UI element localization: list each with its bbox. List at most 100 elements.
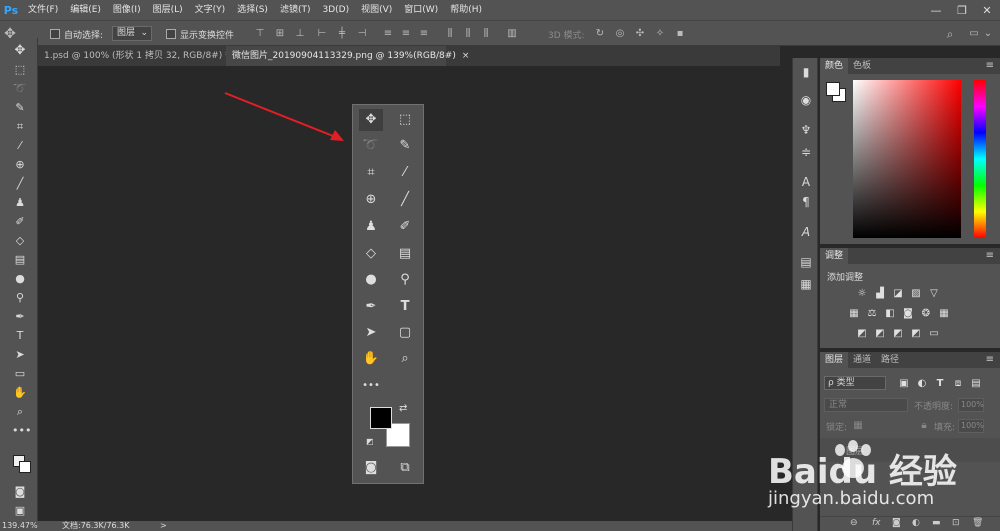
healing-brush-tool-icon[interactable]: ⊕ <box>12 157 28 173</box>
quick-select-tool-icon[interactable]: ✎ <box>12 100 28 116</box>
3d-scale-icon[interactable]: ▪ <box>674 28 686 40</box>
search-icon[interactable]: ⌕ <box>944 28 956 40</box>
pen-tool-icon[interactable]: ✒ <box>12 309 28 325</box>
delete-layer-icon[interactable]: 🗑︎ <box>972 518 983 528</box>
screen-mode-icon[interactable]: ▣ <box>12 503 28 519</box>
distribute-bottom-icon[interactable]: ≡ <box>418 28 430 40</box>
default-colors-icon[interactable]: ◩ <box>366 437 374 446</box>
align-left-icon[interactable]: ⊢ <box>316 28 328 40</box>
quick-mask-icon[interactable]: ◙ <box>12 484 28 500</box>
new-group-icon[interactable]: ▬ <box>932 518 941 528</box>
menu-view[interactable]: 视图(V) <box>355 0 398 20</box>
clone-stamp-tool-icon[interactable]: ♟ <box>359 216 383 238</box>
auto-select-checkbox[interactable] <box>50 29 60 39</box>
align-right-icon[interactable]: ⊣ <box>356 28 368 40</box>
menu-select[interactable]: 选择(S) <box>231 0 274 20</box>
filter-pixel-icon[interactable]: ▣ <box>898 378 910 390</box>
crop-tool-icon[interactable]: ⌗ <box>359 162 383 184</box>
lock-all-icon[interactable]: 🔒︎ <box>918 420 930 432</box>
eyedropper-tool-icon[interactable]: ⁄ <box>393 162 417 184</box>
crop-tool-icon[interactable]: ⌗ <box>12 119 28 135</box>
chevron-down-icon[interactable]: ⌄ <box>982 28 994 40</box>
more-tools-icon[interactable]: ••• <box>12 423 31 439</box>
blend-mode-dropdown[interactable]: 正常 <box>824 398 908 412</box>
move-tool-icon[interactable]: ✥ <box>359 109 383 131</box>
type-tool-icon[interactable]: T <box>393 296 417 318</box>
levels-icon[interactable]: ▟ <box>874 288 886 300</box>
tab-document-1[interactable]: 1.psd @ 100% (形状 1 拷贝 32, RGB/8#) *× <box>38 46 243 66</box>
hue-saturation-icon[interactable]: ▦ <box>848 308 860 320</box>
opacity-field[interactable]: 100% <box>958 398 984 412</box>
filter-type-icon[interactable]: T <box>934 378 946 390</box>
filter-shape-icon[interactable]: ⧈ <box>952 378 964 390</box>
paragraph-icon[interactable]: ¶ <box>798 194 814 210</box>
glyphs-icon[interactable]: A <box>798 224 814 240</box>
auto-align-icon[interactable]: ▥ <box>506 28 518 40</box>
panel-menu-icon[interactable]: ≡ <box>986 250 994 261</box>
pen-tool-icon[interactable]: ✒ <box>359 296 383 318</box>
close-button[interactable]: ✕ <box>975 0 999 20</box>
brush-presets-icon[interactable]: ♆ <box>798 122 814 138</box>
exposure-icon[interactable]: ▨ <box>910 288 922 300</box>
tab-adjustments[interactable]: 调整 <box>820 248 849 264</box>
properties-icon[interactable]: ◉ <box>798 92 814 108</box>
close-icon[interactable]: × <box>462 51 470 61</box>
quick-mask-icon[interactable]: ◙ <box>359 457 383 479</box>
menu-help[interactable]: 帮助(H) <box>444 0 488 20</box>
gradient-tool-icon[interactable]: ▤ <box>12 252 28 268</box>
quick-select-tool-icon[interactable]: ✎ <box>393 135 417 157</box>
tab-paths[interactable]: 路径 <box>876 352 904 368</box>
dodge-tool-icon[interactable]: ⚲ <box>12 290 28 306</box>
more-tools-icon[interactable]: ••• <box>359 375 383 397</box>
lasso-tool-icon[interactable]: ➰ <box>12 81 28 97</box>
align-bottom-icon[interactable]: ⊥ <box>294 28 306 40</box>
tab-layers[interactable]: 图层 <box>820 352 849 368</box>
distribute-top-icon[interactable]: ≡ <box>382 28 394 40</box>
3d-slide-icon[interactable]: ✧ <box>654 28 666 40</box>
filter-adjustment-icon[interactable]: ◐ <box>916 378 928 390</box>
brush-settings-icon[interactable]: ≑ <box>798 144 814 160</box>
path-select-tool-icon[interactable]: ➤ <box>359 322 383 344</box>
tab-color[interactable]: 颜色 <box>820 58 849 74</box>
status-menu-arrow[interactable]: > <box>160 521 167 531</box>
background-color-swatch[interactable] <box>19 461 31 473</box>
maximize-button[interactable]: ❐ <box>950 0 974 20</box>
show-transform-checkbox[interactable] <box>166 29 176 39</box>
rounded-rectangle-tool-icon[interactable]: ▢ <box>393 322 417 344</box>
brush-tool-icon[interactable]: ╱ <box>393 189 417 211</box>
eraser-tool-icon[interactable]: ◇ <box>359 243 383 265</box>
link-layers-icon[interactable]: ⊖ <box>850 518 858 528</box>
distribute-hcenter-icon[interactable]: ⫼ <box>462 28 474 40</box>
layer-row[interactable]: 图层 <box>820 438 1000 462</box>
notes-icon[interactable]: ▦ <box>798 276 814 292</box>
color-balance-icon[interactable]: ⚖ <box>866 308 878 320</box>
auto-select-dropdown[interactable]: 图层 ⌄ <box>112 26 152 41</box>
zoom-level[interactable]: 139.47% <box>2 521 38 531</box>
filter-smart-icon[interactable]: ▤ <box>970 378 982 390</box>
foreground-color-swatch[interactable] <box>826 82 840 96</box>
vibrance-icon[interactable]: ▽ <box>928 288 940 300</box>
libraries-icon[interactable]: ▤ <box>798 254 814 270</box>
zoom-tool-icon[interactable]: ⌕ <box>393 348 417 370</box>
marquee-tool-icon[interactable]: ⬚ <box>12 62 28 78</box>
add-mask-icon[interactable]: ◙ <box>892 518 901 528</box>
brush-tool-icon[interactable]: ╱ <box>12 176 28 192</box>
lock-pixels-icon[interactable]: ▦ <box>852 420 864 432</box>
tab-document-2[interactable]: 微信图片_20190904113329.png @ 139%(RGB/8#) × <box>226 46 469 66</box>
threshold-icon[interactable]: ◩ <box>892 328 904 340</box>
blur-tool-icon[interactable]: ● <box>12 271 28 287</box>
selective-color-icon[interactable]: ◩ <box>910 328 922 340</box>
align-top-icon[interactable]: ⊤ <box>254 28 266 40</box>
menu-type[interactable]: 文字(Y) <box>189 0 232 20</box>
distribute-right-icon[interactable]: ⫼ <box>480 28 492 40</box>
channel-mixer-icon[interactable]: ❂ <box>920 308 932 320</box>
posterize-icon[interactable]: ◩ <box>874 328 886 340</box>
blur-tool-icon[interactable]: ● <box>359 269 383 291</box>
hue-slider[interactable] <box>974 80 986 238</box>
foreground-color-swatch[interactable] <box>370 407 392 429</box>
new-layer-icon[interactable]: ⊡ <box>952 518 960 528</box>
3d-rotate-icon[interactable]: ↻ <box>594 28 606 40</box>
history-brush-tool-icon[interactable]: ✐ <box>393 216 417 238</box>
3d-roll-icon[interactable]: ◎ <box>614 28 626 40</box>
hand-tool-icon[interactable]: ✋ <box>359 348 383 370</box>
